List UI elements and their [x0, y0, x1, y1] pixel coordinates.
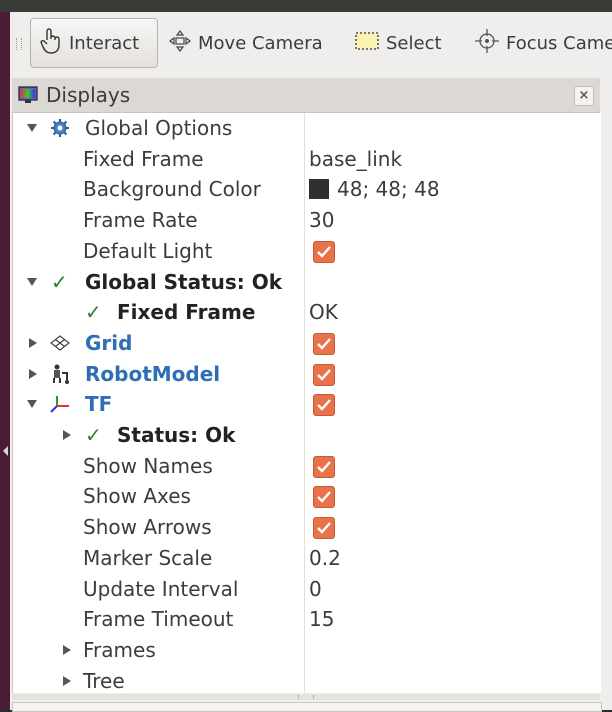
tree-row-tf[interactable]: TF: [13, 389, 601, 420]
show-axes-label: Show Axes: [83, 484, 191, 509]
bottom-panel: [12, 702, 602, 712]
frame-timeout-value[interactable]: 15: [309, 607, 334, 631]
marker-scale-label: Marker Scale: [83, 545, 213, 570]
expand-arrow-icon[interactable]: [27, 124, 37, 132]
tree-row-fixed-frame[interactable]: Fixed Frame base_link: [13, 144, 601, 175]
global-options-label: Global Options: [85, 116, 233, 140]
grid-icon: [49, 332, 71, 354]
frame-rate-value[interactable]: 30: [309, 208, 334, 232]
update-interval-label: Update Interval: [83, 576, 239, 601]
check-icon: ✓: [85, 423, 102, 447]
show-axes-checkbox[interactable]: [313, 486, 335, 509]
tree-row-update-interval[interactable]: Update Interval 0: [13, 574, 601, 605]
displays-panel-title: Displays: [46, 83, 131, 107]
focus-camera-tool-button[interactable]: Focus Came: [474, 18, 612, 68]
expand-arrow-icon[interactable]: [27, 400, 37, 409]
panel-splitter[interactable]: [12, 694, 600, 700]
tree-row-global-status[interactable]: ✓ Global Status: Ok: [13, 267, 601, 298]
tf-axes-icon: [49, 393, 71, 415]
check-icon: ✓: [85, 300, 102, 325]
select-rect-icon: [354, 31, 380, 56]
tree-row-tf-status[interactable]: ✓ Status: Ok: [13, 420, 601, 451]
frame-timeout-label: Frame Timeout: [83, 607, 234, 632]
show-arrows-label: Show Arrows: [83, 515, 212, 540]
global-status-label: Global Status: Ok: [85, 269, 283, 294]
status-fixed-frame-value: OK: [309, 300, 338, 325]
marker-scale-value[interactable]: 0.2: [309, 546, 341, 570]
check-icon: ✓: [51, 269, 68, 294]
tree-row-frame-timeout[interactable]: Frame Timeout 15: [13, 604, 601, 635]
hand-pointer-icon: [39, 27, 63, 59]
show-arrows-checkbox[interactable]: [313, 517, 335, 540]
show-names-checkbox[interactable]: [313, 455, 335, 478]
update-interval-value[interactable]: 0: [309, 577, 322, 601]
tf-checkbox[interactable]: [313, 394, 335, 417]
window-titlebar: [0, 0, 612, 12]
tools-toolbar: Interact Move Camera Select Focus Came: [10, 12, 612, 76]
collapse-arrow-icon[interactable]: [63, 675, 71, 686]
tree-row-frame-rate[interactable]: Frame Rate 30: [13, 205, 601, 236]
collapse-arrow-icon[interactable]: [3, 446, 8, 456]
move-camera-tool-button[interactable]: Move Camera: [168, 18, 323, 68]
default-light-checkbox[interactable]: [313, 240, 335, 263]
rviz-window: Interact Move Camera Select Focus Came D…: [10, 12, 612, 712]
toolbar-grip-icon[interactable]: [16, 38, 22, 50]
displays-tree: Global Options Fixed Frame base_link Bac…: [12, 113, 601, 693]
fixed-frame-value[interactable]: base_link: [309, 147, 402, 171]
focus-camera-tool-label: Focus Came: [506, 32, 612, 54]
collapse-arrow-icon[interactable]: [63, 644, 71, 655]
tree-row-background-color[interactable]: Background Color 48; 48; 48: [13, 174, 601, 205]
status-fixed-frame-label: Fixed Frame: [117, 300, 256, 325]
background-color-text: 48; 48; 48: [337, 177, 440, 202]
grid-checkbox[interactable]: [313, 332, 335, 355]
move-camera-tool-label: Move Camera: [198, 32, 323, 54]
splitter-grip-icon: [298, 695, 314, 699]
tree-row-show-arrows[interactable]: Show Arrows: [13, 512, 601, 543]
monitor-icon: [18, 85, 38, 105]
tree-row-show-names[interactable]: Show Names: [13, 451, 601, 482]
tree-row-robot-model[interactable]: RobotModel: [13, 359, 601, 390]
tree-row-grid[interactable]: Grid: [13, 328, 601, 359]
frames-label: Frames: [83, 637, 156, 662]
tree-row-marker-scale[interactable]: Marker Scale 0.2: [13, 543, 601, 574]
interact-tool-label: Interact: [69, 32, 140, 54]
tree-row-default-light[interactable]: Default Light: [13, 236, 601, 267]
collapse-arrow-icon[interactable]: [29, 368, 37, 379]
show-names-label: Show Names: [83, 453, 213, 478]
move-camera-icon: [168, 29, 192, 58]
background-color-label: Background Color: [83, 177, 261, 202]
tree-row-global-options[interactable]: Global Options: [13, 113, 601, 144]
tree-row-tree[interactable]: Tree: [13, 666, 601, 697]
tf-status-label: Status: Ok: [117, 423, 236, 447]
close-panel-button[interactable]: ×: [574, 86, 594, 106]
tree-row-frames[interactable]: Frames: [13, 635, 601, 666]
robot-model-checkbox[interactable]: [313, 363, 335, 386]
collapse-arrow-icon[interactable]: [63, 430, 71, 440]
gear-icon: [49, 117, 71, 139]
left-dock-strip: [0, 12, 10, 710]
tree-row-show-axes[interactable]: Show Axes: [13, 481, 601, 512]
grid-label: Grid: [85, 330, 133, 355]
default-light-label: Default Light: [83, 238, 213, 263]
tree-label: Tree: [83, 668, 125, 693]
robot-icon: [49, 363, 71, 385]
select-tool-button[interactable]: Select: [354, 18, 442, 68]
interact-tool-button[interactable]: Interact: [30, 18, 158, 68]
select-tool-label: Select: [386, 32, 442, 54]
collapse-arrow-icon[interactable]: [29, 337, 37, 348]
robot-model-label: RobotModel: [85, 361, 221, 386]
tree-row-status-fixed-frame[interactable]: ✓ Fixed Frame OK: [13, 297, 601, 328]
background-color-value[interactable]: 48; 48; 48: [309, 177, 440, 201]
tf-label: TF: [85, 392, 113, 417]
fixed-frame-label: Fixed Frame: [83, 146, 204, 171]
focus-camera-icon: [474, 28, 500, 59]
expand-arrow-icon[interactable]: [27, 277, 37, 286]
color-swatch: [309, 179, 329, 200]
displays-panel-header: Displays ×: [12, 78, 600, 113]
frame-rate-label: Frame Rate: [83, 208, 198, 233]
